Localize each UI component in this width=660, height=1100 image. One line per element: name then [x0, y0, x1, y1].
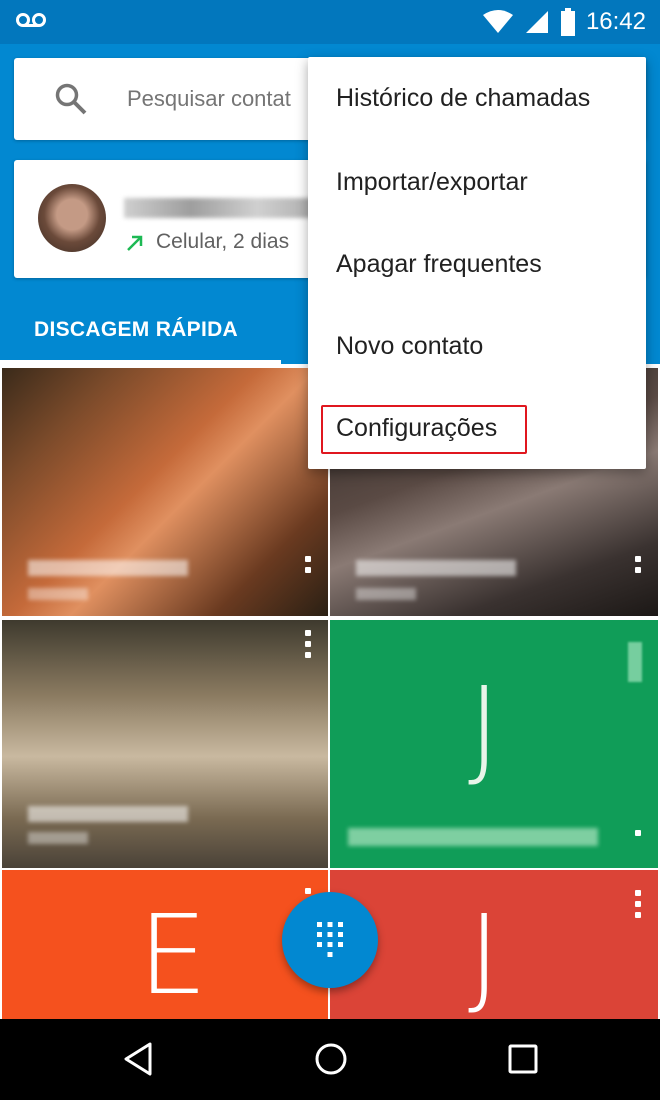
- status-bar: 16:42: [0, 0, 660, 44]
- signal-icon: [525, 11, 548, 33]
- search-input[interactable]: Pesquisar contat: [127, 86, 291, 112]
- contact-name-blurred: [356, 560, 516, 576]
- more-options-icon[interactable]: [634, 830, 642, 836]
- menu-item-new-contact[interactable]: Novo contato: [308, 305, 646, 387]
- battery-icon: [560, 8, 575, 36]
- more-options-icon[interactable]: [628, 642, 642, 682]
- contact-type-blurred: [356, 588, 416, 600]
- back-icon[interactable]: [122, 1041, 154, 1077]
- menu-item-import-export[interactable]: Importar/exportar: [308, 141, 646, 223]
- search-icon: [55, 83, 87, 115]
- navigation-bar: [0, 1019, 660, 1100]
- contact-initial: E: [138, 891, 208, 1019]
- speed-dial-tile[interactable]: [2, 368, 328, 616]
- home-icon[interactable]: [313, 1041, 349, 1077]
- contact-initial: J: [468, 663, 501, 791]
- contact-name-blurred: [348, 828, 598, 846]
- dialpad-icon: [317, 922, 343, 957]
- more-options-icon[interactable]: [304, 630, 312, 658]
- clock: 16:42: [585, 8, 646, 35]
- contact-type-blurred: [28, 832, 88, 844]
- contact-name-blurred: [28, 806, 188, 822]
- contact-name-blurred: [28, 560, 188, 576]
- speed-dial-tile[interactable]: E: [2, 870, 328, 1019]
- speed-dial-tile[interactable]: [2, 620, 328, 868]
- contact-name-blurred: [124, 198, 324, 218]
- call-info: Celular, 2 dias: [156, 230, 290, 253]
- recents-icon[interactable]: [507, 1043, 539, 1075]
- outgoing-call-icon: [127, 235, 143, 251]
- wifi-icon: [482, 10, 513, 33]
- contact-type-blurred: [28, 588, 88, 600]
- voicemail-icon: [16, 13, 46, 27]
- dialpad-button[interactable]: [282, 892, 378, 988]
- tab-speed-dial[interactable]: DISCAGEM RÁPIDA: [34, 318, 238, 342]
- settings-highlight-box: [321, 405, 527, 454]
- avatar: [38, 184, 106, 252]
- menu-item-clear-frequents[interactable]: Apagar frequentes: [308, 223, 646, 305]
- more-options-icon[interactable]: [634, 556, 642, 573]
- more-options-icon[interactable]: [634, 890, 642, 918]
- speed-dial-tile[interactable]: J: [330, 620, 658, 868]
- contact-initial: J: [468, 891, 501, 1019]
- more-options-icon[interactable]: [304, 556, 312, 573]
- speed-dial-tile[interactable]: J: [330, 870, 658, 1019]
- menu-item-call-history[interactable]: Histórico de chamadas: [308, 57, 646, 139]
